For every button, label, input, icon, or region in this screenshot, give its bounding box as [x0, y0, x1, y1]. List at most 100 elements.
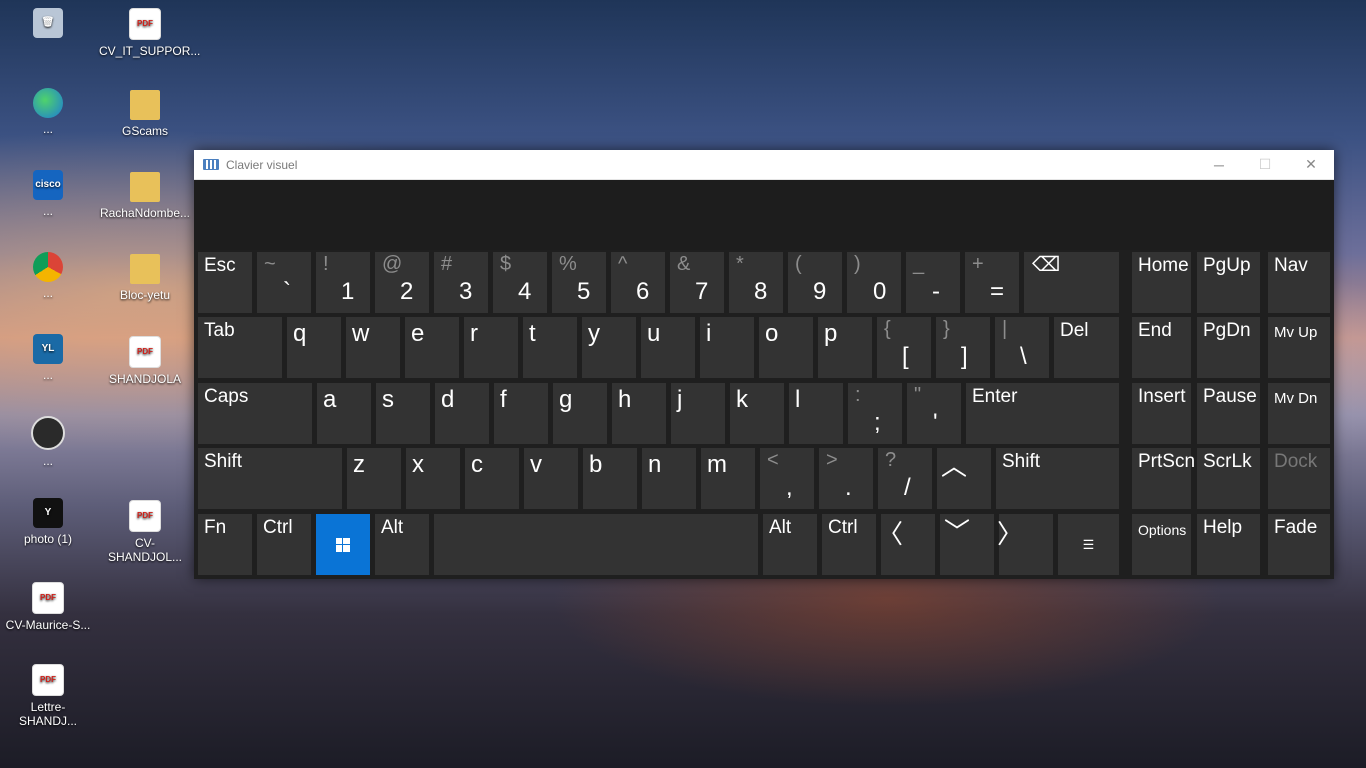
key-t[interactable]: t — [523, 317, 577, 378]
key-pgdn[interactable]: PgDn — [1197, 317, 1260, 378]
key-equals[interactable]: + = — [965, 252, 1019, 313]
key-e[interactable]: e — [405, 317, 459, 378]
key-right-bracket[interactable]: }] — [936, 317, 990, 378]
key-v[interactable]: v — [524, 448, 578, 509]
desktop-icon-cv-it-support[interactable]: PDF CV_IT_SUPPOR... — [99, 8, 200, 58]
key-b[interactable]: b — [583, 448, 637, 509]
key-d[interactable]: d — [435, 383, 489, 444]
key-move-up[interactable]: Mv Up — [1268, 317, 1330, 378]
key-i[interactable]: i — [700, 317, 754, 378]
key-j[interactable]: j — [671, 383, 725, 444]
key-backslash[interactable]: | \ — [995, 317, 1049, 378]
key-del[interactable]: Del — [1054, 317, 1119, 378]
key-7[interactable]: & 7 — [670, 252, 724, 313]
key-comma[interactable]: <, — [760, 448, 814, 509]
key-z[interactable]: z — [347, 448, 401, 509]
key-tilde[interactable]: ~ ` — [257, 252, 311, 313]
key-pgup[interactable]: PgUp — [1197, 252, 1260, 313]
key-f[interactable]: f — [494, 383, 548, 444]
maximize-button[interactable]: ☐ — [1242, 150, 1288, 179]
key-m[interactable]: m — [701, 448, 755, 509]
key-enter[interactable]: Enter — [966, 383, 1119, 444]
key-down-arrow[interactable]: ﹀ — [940, 514, 994, 575]
key-right-shift[interactable]: Shift — [996, 448, 1119, 509]
key-backspace[interactable]: ⌫ — [1024, 252, 1119, 313]
desktop-icon-bloc-yetu[interactable]: Bloc-yetu — [99, 254, 191, 302]
desktop-icon-lettre-shandjola[interactable]: PDF Lettre-SHANDJ... — [2, 664, 94, 728]
key-left-bracket[interactable]: {[ — [877, 317, 931, 378]
key-caps[interactable]: Caps — [198, 383, 312, 444]
desktop-icon-edge[interactable]: ... — [2, 88, 94, 136]
title-bar[interactable]: Clavier visuel ─ ☐ ✕ — [194, 150, 1334, 180]
key-minus[interactable]: _ - — [906, 252, 960, 313]
key-y[interactable]: y — [582, 317, 636, 378]
desktop-icon-yl-app[interactable]: YL ... — [2, 334, 94, 382]
desktop-icon-obs[interactable]: ... — [2, 416, 94, 468]
key-menu[interactable]: ☰ — [1058, 514, 1119, 575]
key-insert[interactable]: Insert — [1132, 383, 1191, 444]
key-dock[interactable]: Dock — [1268, 448, 1330, 509]
key-up-arrow[interactable]: ︿ — [937, 448, 991, 509]
key-windows[interactable] — [316, 514, 370, 575]
key-k[interactable]: k — [730, 383, 784, 444]
key-3[interactable]: #3 — [434, 252, 488, 313]
key-end[interactable]: End — [1132, 317, 1191, 378]
desktop-icon-cisco[interactable]: cisco ... — [2, 170, 94, 218]
close-button[interactable]: ✕ — [1288, 150, 1334, 179]
key-2[interactable]: @2 — [375, 252, 429, 313]
key-h[interactable]: h — [612, 383, 666, 444]
key-a[interactable]: a — [317, 383, 371, 444]
key-fade[interactable]: Fade — [1268, 514, 1330, 575]
desktop-icon-cv-maurice[interactable]: PDF CV-Maurice-S... — [2, 582, 94, 632]
key-8[interactable]: * 8 — [729, 252, 783, 313]
key-g[interactable]: g — [553, 383, 607, 444]
key-nav[interactable]: Nav — [1268, 252, 1330, 313]
minimize-button[interactable]: ─ — [1196, 150, 1242, 179]
key-u[interactable]: u — [641, 317, 695, 378]
desktop-icon-photo[interactable]: Y photo (1) — [2, 498, 94, 546]
key-5[interactable]: % 5 — [552, 252, 606, 313]
desktop-icon-rachandombe[interactable]: RachaNdombe... — [99, 172, 191, 220]
key-left-ctrl[interactable]: Ctrl — [257, 514, 311, 575]
key-right-ctrl[interactable]: Ctrl — [822, 514, 876, 575]
desktop-icon-chrome[interactable]: ... — [2, 252, 94, 300]
key-semicolon[interactable]: :; — [848, 383, 902, 444]
key-x[interactable]: x — [406, 448, 460, 509]
key-help[interactable]: Help — [1197, 514, 1260, 575]
key-options[interactable]: Options — [1132, 514, 1191, 575]
desktop-icon-cv-shandjola[interactable]: PDF CV-SHANDJOL... — [99, 500, 191, 564]
key-pause[interactable]: Pause — [1197, 383, 1260, 444]
key-scrlk[interactable]: ScrLk — [1197, 448, 1260, 509]
key-0[interactable]: ) 0 — [847, 252, 901, 313]
key-s[interactable]: s — [376, 383, 430, 444]
key-c[interactable]: c — [465, 448, 519, 509]
key-quote[interactable]: " ' — [907, 383, 961, 444]
key-l[interactable]: l — [789, 383, 843, 444]
key-o[interactable]: o — [759, 317, 813, 378]
key-home[interactable]: Home — [1132, 252, 1191, 313]
key-esc[interactable]: Esc — [198, 252, 252, 313]
key-right-arrow[interactable]: 〉 — [997, 514, 1053, 575]
key-n[interactable]: n — [642, 448, 696, 509]
key-1[interactable]: ! 1 — [316, 252, 370, 313]
key-space[interactable] — [434, 514, 758, 575]
key-left-alt[interactable]: Alt — [375, 514, 429, 575]
key-tab[interactable]: Tab — [198, 317, 282, 378]
key-4[interactable]: $4 — [493, 252, 547, 313]
key-w[interactable]: w — [346, 317, 400, 378]
desktop-icon-recycle-bin[interactable]: 🗑 — [2, 8, 94, 42]
key-period[interactable]: >. — [819, 448, 873, 509]
key-q[interactable]: q — [287, 317, 341, 378]
key-fn[interactable]: Fn — [198, 514, 252, 575]
key-9[interactable]: (9 — [788, 252, 842, 313]
key-move-down[interactable]: Mv Dn — [1268, 383, 1330, 444]
desktop-icon-shandjola[interactable]: PDF SHANDJOLA — [99, 336, 191, 386]
key-6[interactable]: ^ 6 — [611, 252, 665, 313]
key-p[interactable]: p — [818, 317, 872, 378]
key-slash[interactable]: ? / — [878, 448, 932, 509]
desktop-icon-gscams[interactable]: GScams — [99, 90, 191, 138]
key-left-arrow[interactable]: 〈 — [877, 514, 935, 575]
key-left-shift[interactable]: Shift — [198, 448, 342, 509]
key-prtscn[interactable]: PrtScn — [1132, 448, 1195, 509]
key-right-alt[interactable]: Alt — [763, 514, 817, 575]
